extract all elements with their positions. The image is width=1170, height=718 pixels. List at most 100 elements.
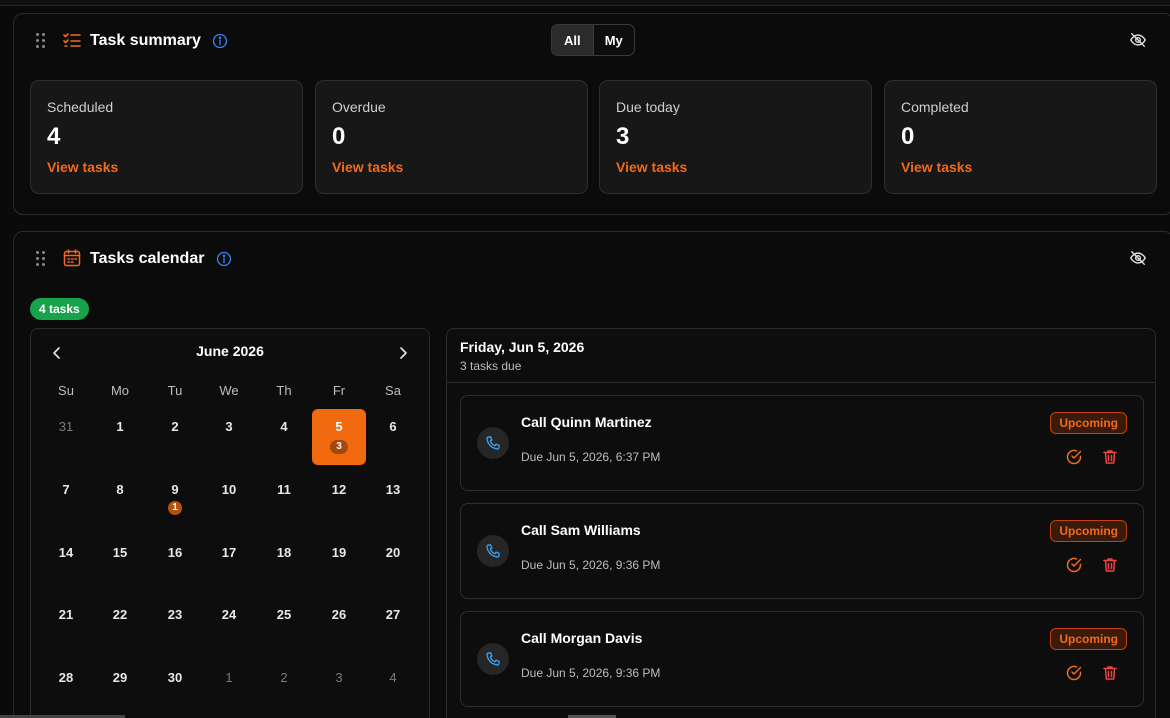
check-circle-icon[interactable]: [1065, 448, 1083, 466]
eye-off-icon[interactable]: [1129, 249, 1147, 267]
calendar-day[interactable]: 12: [312, 472, 366, 528]
calendar-day[interactable]: 2: [257, 660, 311, 716]
month-calendar: June 2026 Su Mo Tu We Th Fr Sa 31 1 2 3 …: [30, 328, 430, 718]
calendar-day-selected[interactable]: 53: [312, 409, 366, 465]
calendar-day[interactable]: 22: [93, 597, 147, 653]
task-title: Call Morgan Davis: [521, 630, 643, 646]
drag-handle-icon[interactable]: [36, 251, 48, 267]
tasks-due-count: 3 tasks due: [460, 359, 522, 373]
day-task-count: 3: [330, 440, 348, 454]
toggle-my-button[interactable]: My: [592, 25, 635, 55]
task-title: Call Sam Williams: [521, 522, 641, 538]
day-tasks-panel: Friday, Jun 5, 2026 3 tasks due Call Qui…: [446, 328, 1156, 718]
calendar-day[interactable]: 17: [202, 535, 256, 591]
tasks-calendar-title: Tasks calendar: [90, 250, 205, 267]
calendar-day[interactable]: 28: [39, 660, 93, 716]
trash-icon[interactable]: [1101, 556, 1119, 574]
toggle-all-button[interactable]: All: [552, 25, 593, 55]
overdue-card: Overdue 0 View tasks: [315, 80, 588, 194]
calendar-day[interactable]: 16: [148, 535, 202, 591]
weekday-label: We: [219, 383, 239, 398]
calendar-day[interactable]: 11: [257, 472, 311, 528]
eye-off-icon[interactable]: [1129, 31, 1147, 49]
calendar-day[interactable]: 18: [257, 535, 311, 591]
calendar-day[interactable]: 29: [93, 660, 147, 716]
trash-icon[interactable]: [1101, 448, 1119, 466]
card-label: Completed: [901, 99, 969, 115]
calendar-day[interactable]: 25: [257, 597, 311, 653]
calendar-day[interactable]: 30: [148, 660, 202, 716]
calendar-day[interactable]: 21: [39, 597, 93, 653]
tasks-calendar-panel: Tasks calendar 4 tasks June 2026 Su Mo T…: [13, 231, 1170, 718]
calendar-day[interactable]: 27: [366, 597, 420, 653]
view-tasks-link[interactable]: View tasks: [901, 159, 972, 175]
day-task-count: 1: [168, 501, 182, 515]
calendar-day[interactable]: 3: [312, 660, 366, 716]
calendar-day[interactable]: 7: [39, 472, 93, 528]
due-today-card: Due today 3 View tasks: [599, 80, 872, 194]
view-tasks-link[interactable]: View tasks: [332, 159, 403, 175]
calendar-day[interactable]: 24: [202, 597, 256, 653]
calendar-month-label: June 2026: [196, 343, 264, 359]
day-tasks-header: Friday, Jun 5, 2026 3 tasks due: [447, 329, 1155, 383]
calendar-day[interactable]: 4: [366, 660, 420, 716]
view-tasks-link[interactable]: View tasks: [616, 159, 687, 175]
weekday-label: Fr: [332, 383, 346, 398]
card-value: 0: [901, 123, 915, 150]
weekday-label: Mo: [110, 383, 130, 398]
calendar-day[interactable]: 91: [148, 472, 202, 528]
card-value: 4: [47, 123, 61, 150]
calendar-day[interactable]: 20: [366, 535, 420, 591]
calendar-day[interactable]: 1: [202, 660, 256, 716]
card-value: 3: [616, 123, 630, 150]
drag-handle-icon[interactable]: [36, 33, 48, 49]
scheduled-card: Scheduled 4 View tasks: [30, 80, 303, 194]
calendar-day[interactable]: 14: [39, 535, 93, 591]
calendar-day[interactable]: 1: [93, 409, 147, 465]
calendar-day[interactable]: 2: [148, 409, 202, 465]
status-badge: Upcoming: [1050, 628, 1127, 650]
view-tasks-link[interactable]: View tasks: [47, 159, 118, 175]
calendar-day[interactable]: 10: [202, 472, 256, 528]
calendar-day[interactable]: 3: [202, 409, 256, 465]
calendar-day[interactable]: 26: [312, 597, 366, 653]
calendar-day[interactable]: 19: [312, 535, 366, 591]
trash-icon[interactable]: [1101, 664, 1119, 682]
task-due: Due Jun 5, 2026, 6:37 PM: [521, 450, 661, 464]
checklist-icon: [63, 33, 81, 47]
info-icon[interactable]: [216, 251, 232, 267]
calendar-day[interactable]: 4: [257, 409, 311, 465]
task-item[interactable]: Call Morgan Davis Due Jun 5, 2026, 9:36 …: [460, 611, 1144, 707]
task-summary-header: Task summary All My: [14, 14, 1170, 68]
calendar-day[interactable]: 6: [366, 409, 420, 465]
card-label: Overdue: [332, 99, 386, 115]
tasks-calendar-header: Tasks calendar: [14, 232, 1170, 286]
card-label: Due today: [616, 99, 680, 115]
selected-date-title: Friday, Jun 5, 2026: [460, 339, 585, 355]
calendar-icon: [63, 249, 81, 267]
weekday-label: Th: [276, 383, 292, 398]
calendar-day[interactable]: 8: [93, 472, 147, 528]
calendar-day[interactable]: 23: [148, 597, 202, 653]
task-item[interactable]: Call Sam Williams Due Jun 5, 2026, 9:36 …: [460, 503, 1144, 599]
top-bar: [0, 0, 1170, 6]
task-due: Due Jun 5, 2026, 9:36 PM: [521, 666, 661, 680]
task-item[interactable]: Call Quinn Martinez Due Jun 5, 2026, 6:3…: [460, 395, 1144, 491]
task-summary-panel: Task summary All My Scheduled 4 View tas…: [13, 13, 1170, 215]
calendar-day[interactable]: 15: [93, 535, 147, 591]
all-my-toggle: All My: [551, 24, 635, 56]
status-badge: Upcoming: [1050, 412, 1127, 434]
completed-card: Completed 0 View tasks: [884, 80, 1157, 194]
chevron-right-icon[interactable]: [395, 345, 411, 361]
task-summary-title: Task summary: [90, 32, 201, 49]
task-title: Call Quinn Martinez: [521, 414, 652, 430]
info-icon[interactable]: [212, 33, 228, 49]
phone-icon: [477, 643, 509, 675]
calendar-day[interactable]: 31: [39, 409, 93, 465]
weekday-label: Su: [58, 383, 74, 398]
weekday-label: Sa: [385, 383, 401, 398]
check-circle-icon[interactable]: [1065, 556, 1083, 574]
check-circle-icon[interactable]: [1065, 664, 1083, 682]
calendar-day[interactable]: 13: [366, 472, 420, 528]
phone-icon: [477, 427, 509, 459]
